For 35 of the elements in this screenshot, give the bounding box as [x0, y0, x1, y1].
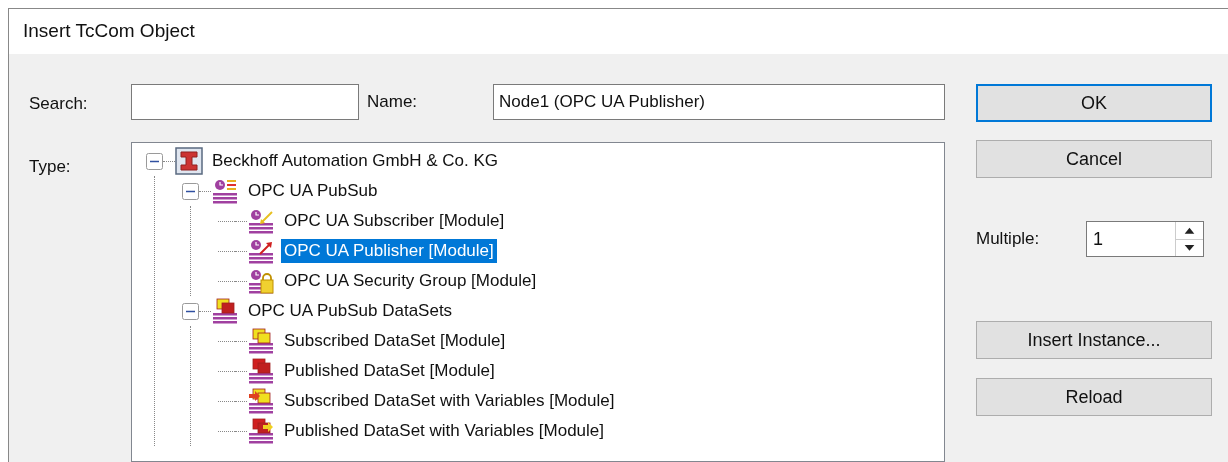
- pubsub-icon: [211, 177, 239, 205]
- name-field[interactable]: Node1 (OPC UA Publisher): [493, 84, 945, 120]
- dataset-icon: [247, 417, 275, 445]
- collapse-icon[interactable]: [182, 302, 199, 320]
- tree-item[interactable]: OPC UA Subscriber [Module]: [281, 209, 508, 233]
- name-label: Name:: [367, 91, 419, 114]
- insert-instance-button[interactable]: Insert Instance...: [976, 321, 1212, 359]
- dataset-icon: [247, 327, 275, 355]
- multiple-spinner[interactable]: 1: [1086, 221, 1204, 257]
- tree-item[interactable]: OPC UA PubSub DataSets: [245, 299, 456, 323]
- publisher-icon: [247, 237, 275, 265]
- dataset-icon: [211, 297, 239, 325]
- tree-item[interactable]: OPC UA Security Group [Module]: [281, 269, 540, 293]
- tree-item[interactable]: Subscribed DataSet [Module]: [281, 329, 509, 353]
- padlock-icon: [247, 267, 275, 295]
- window-title: Insert TcCom Object: [23, 19, 195, 44]
- tree-item[interactable]: Subscribed DataSet with Variables [Module]: [281, 389, 618, 413]
- dataset-icon: [247, 387, 275, 415]
- collapse-icon[interactable]: [182, 182, 199, 200]
- subscriber-icon: [247, 207, 275, 235]
- collapse-icon[interactable]: [146, 152, 163, 170]
- search-label: Search:: [29, 93, 89, 115]
- reload-button[interactable]: Reload: [976, 378, 1212, 416]
- tree-item[interactable]: Published DataSet with Variables [Module]: [281, 419, 608, 443]
- tree-item[interactable]: OPC UA Publisher [Module]: [281, 239, 497, 263]
- type-label: Type:: [29, 155, 72, 178]
- ok-button[interactable]: OK: [976, 84, 1212, 122]
- search-field[interactable]: [131, 84, 359, 120]
- tree-item[interactable]: OPC UA PubSub: [245, 179, 381, 203]
- tree-item[interactable]: Beckhoff Automation GmbH & Co. KG: [209, 149, 501, 173]
- multiple-label: Multiple:: [976, 228, 1041, 251]
- vendor-icon: [175, 147, 203, 175]
- cancel-button[interactable]: Cancel: [976, 140, 1212, 178]
- tree-item[interactable]: Published DataSet [Module]: [281, 359, 498, 383]
- dataset-icon: [247, 357, 275, 385]
